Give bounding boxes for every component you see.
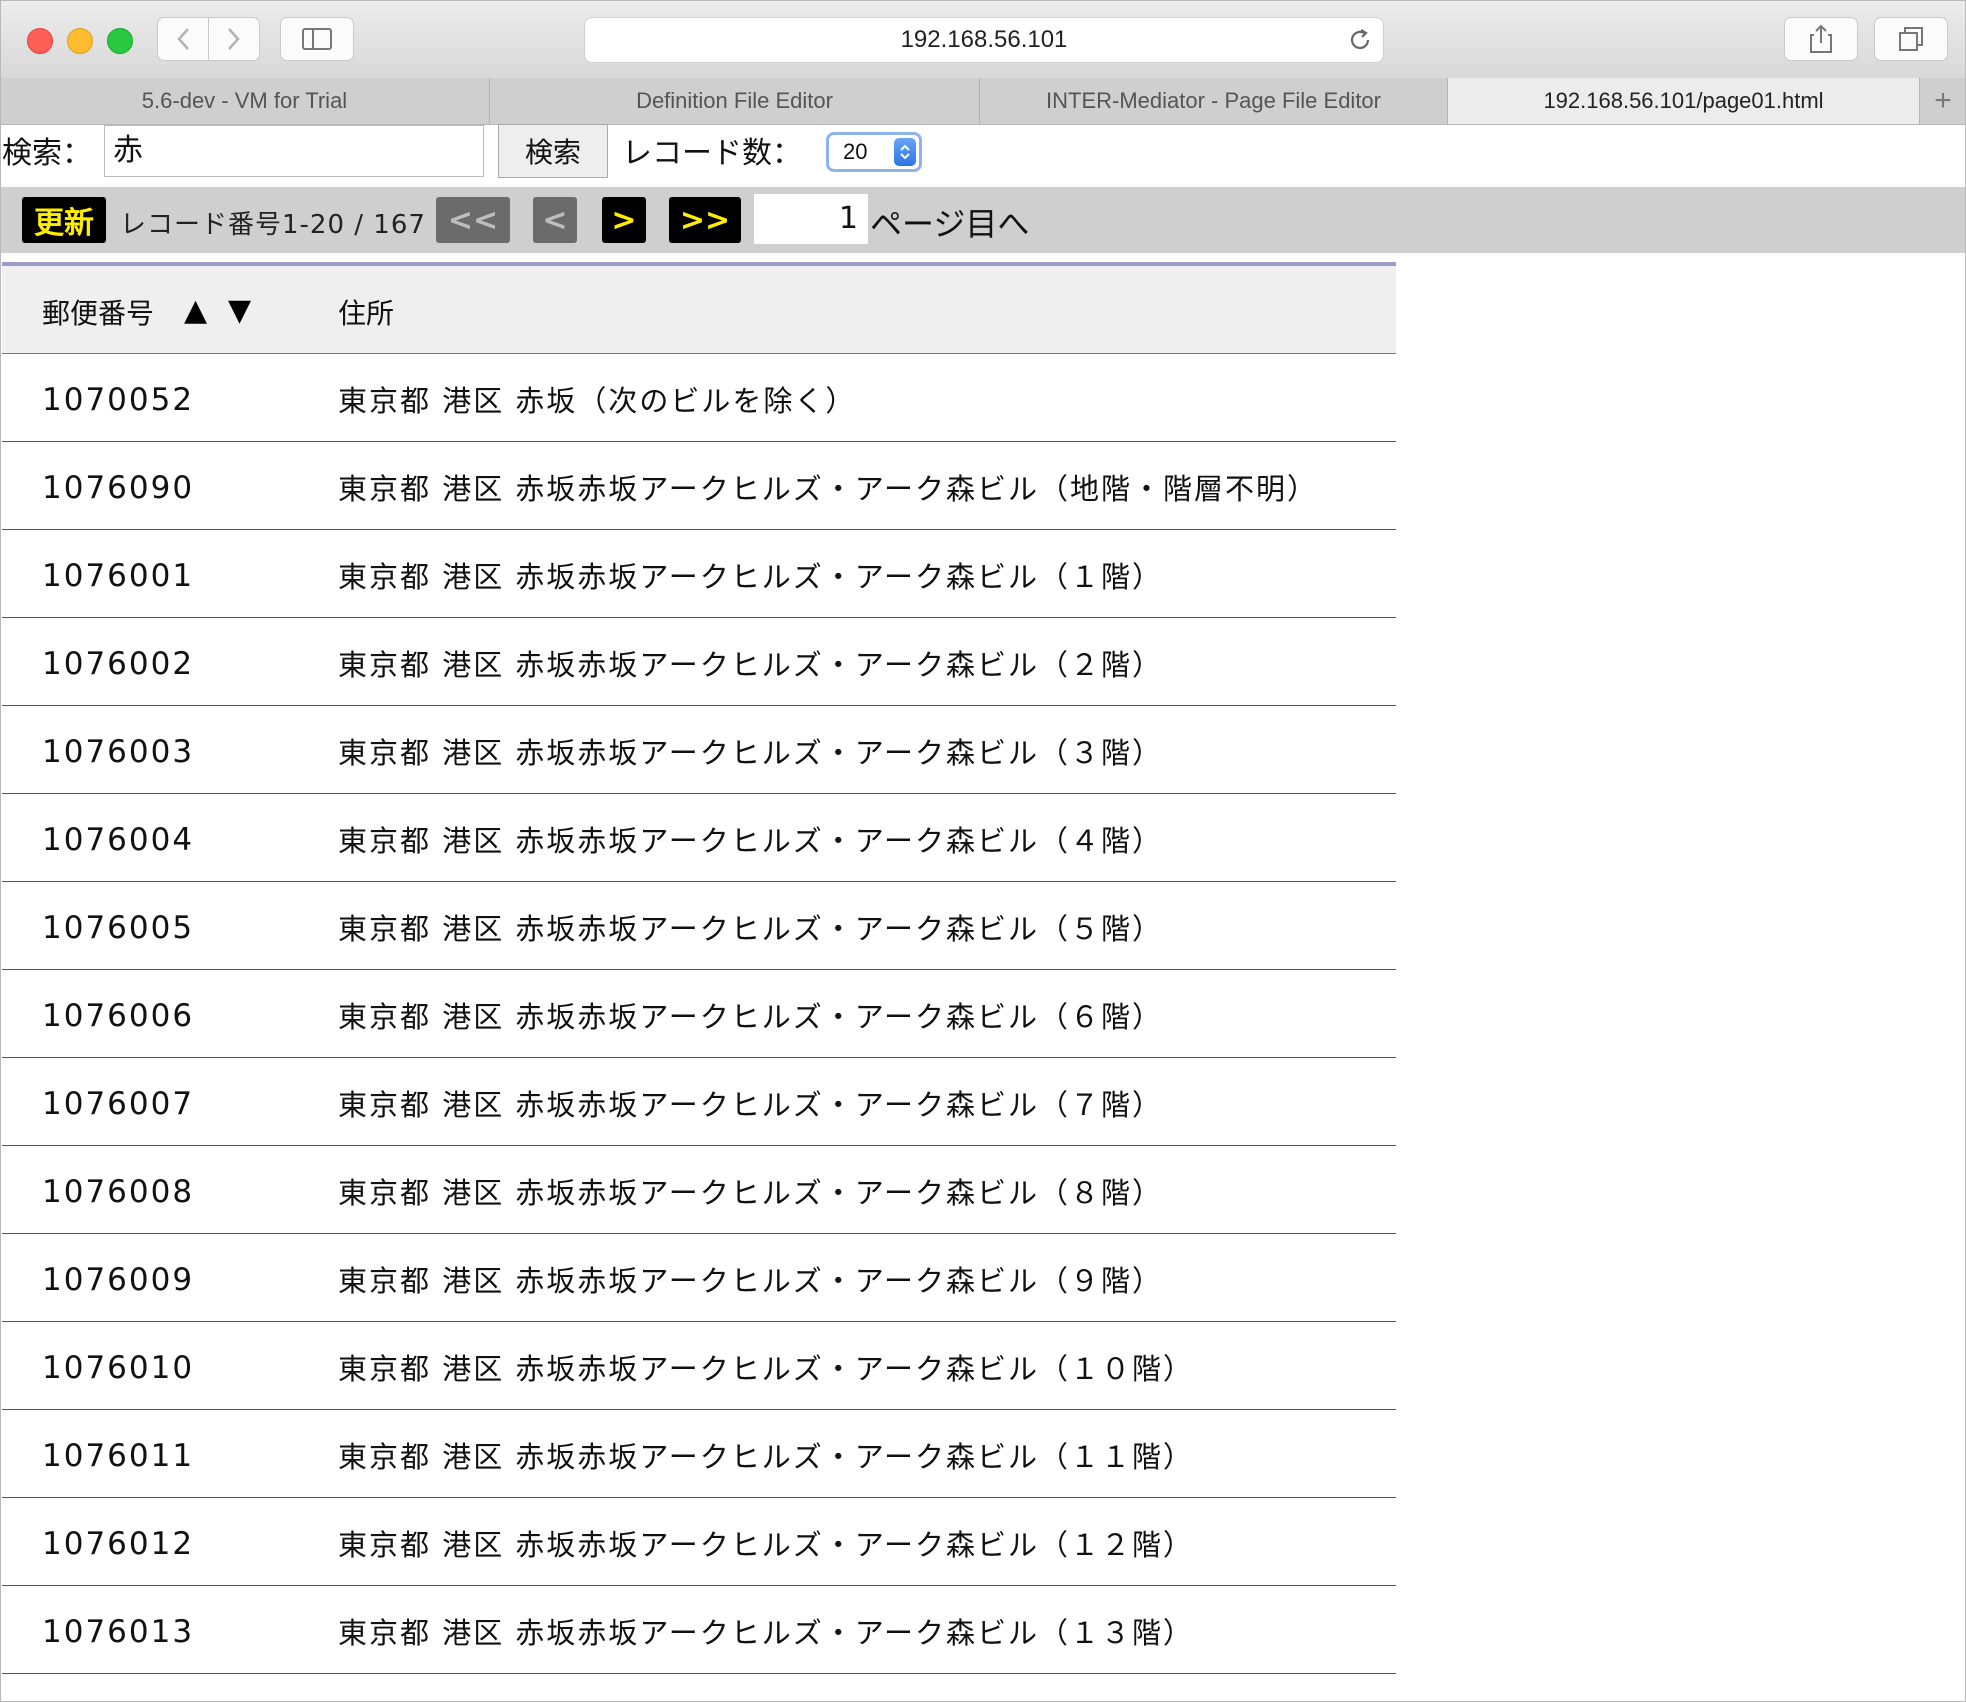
- address-cell: 東京都 港区 赤坂赤坂アークヒルズ・アーク森ビル（５階）: [338, 912, 1163, 946]
- record-count-value: 20: [843, 139, 868, 164]
- table-row: 1076090 東京都 港区 赤坂赤坂アークヒルズ・アーク森ビル（地階・階層不明）: [2, 442, 1396, 530]
- zip-cell: 1076009: [42, 1262, 195, 1298]
- tab-label: 5.6-dev - VM for Trial: [141, 88, 348, 113]
- address-cell: 東京都 港区 赤坂赤坂アークヒルズ・アーク森ビル（８階）: [338, 1176, 1163, 1210]
- address-table: 郵便番号 ▲ ▼ 住所 1070052 東京都 港区 赤坂（次のビルを除く） 107…: [2, 262, 1396, 1674]
- close-window-button[interactable]: [27, 28, 53, 54]
- record-range-info: レコード番号1-20 / 167: [120, 210, 426, 240]
- tabs-overview-icon: [1899, 27, 1923, 51]
- record-count-select[interactable]: 20: [826, 132, 922, 172]
- zip-cell: 1076013: [42, 1614, 195, 1650]
- record-count-label: レコード数：: [622, 136, 802, 171]
- tab-page-file-editor[interactable]: INTER-Mediator - Page File Editor: [980, 78, 1448, 124]
- zip-cell: 1076007: [42, 1086, 195, 1122]
- page-number-input[interactable]: 1: [754, 194, 868, 244]
- table-header: 郵便番号 ▲ ▼ 住所: [2, 262, 1396, 354]
- chevron-left-icon: [177, 28, 189, 50]
- share-icon: [1810, 24, 1832, 53]
- address-cell: 東京都 港区 赤坂赤坂アークヒルズ・アーク森ビル（１０階）: [338, 1352, 1194, 1386]
- table-row: 1076010 東京都 港区 赤坂赤坂アークヒルズ・アーク森ビル（１０階）: [2, 1322, 1396, 1410]
- address-column-header: 住所: [338, 297, 395, 330]
- refresh-button[interactable]: 更新: [22, 197, 106, 243]
- address-cell: 東京都 港区 赤坂赤坂アークヒルズ・アーク森ビル（９階）: [338, 1264, 1163, 1298]
- first-page-button[interactable]: <<: [436, 197, 510, 243]
- zip-cell: 1076011: [42, 1438, 195, 1474]
- plus-icon: +: [1934, 84, 1952, 117]
- show-tabs-button[interactable]: [1874, 17, 1948, 61]
- table-row: 1076002 東京都 港区 赤坂赤坂アークヒルズ・アーク森ビル（２階）: [2, 618, 1396, 706]
- address-text: 192.168.56.101: [900, 26, 1068, 53]
- address-cell: 東京都 港区 赤坂赤坂アークヒルズ・アーク森ビル（１階）: [338, 560, 1163, 594]
- table-row: 1076013 東京都 港区 赤坂赤坂アークヒルズ・アーク森ビル（１３階）: [2, 1586, 1396, 1674]
- tab-label: 192.168.56.101/page01.html: [1543, 88, 1824, 113]
- tab-label: INTER-Mediator - Page File Editor: [1046, 88, 1381, 113]
- zip-cell: 1070052: [42, 382, 195, 418]
- previous-page-button[interactable]: <: [533, 197, 577, 243]
- zip-cell: 1076003: [42, 734, 195, 770]
- browser-toolbar: 192.168.56.101: [0, 0, 1966, 79]
- sidebar-icon: [302, 28, 332, 50]
- zip-cell: 1076005: [42, 910, 195, 946]
- tab-definition-file-editor[interactable]: Definition File Editor: [490, 78, 980, 124]
- sort-ascending-icon[interactable]: ▲: [184, 296, 207, 326]
- address-cell: 東京都 港区 赤坂赤坂アークヒルズ・アーク森ビル（地階・階層不明）: [338, 472, 1318, 506]
- reload-icon[interactable]: [1347, 27, 1373, 60]
- tab-vm-trial[interactable]: 5.6-dev - VM for Trial: [0, 78, 490, 124]
- zip-cell: 1076090: [42, 470, 195, 506]
- select-stepper-icon: [894, 138, 916, 166]
- table-row: 1076007 東京都 港区 赤坂赤坂アークヒルズ・アーク森ビル（７階）: [2, 1058, 1396, 1146]
- search-button[interactable]: 検索: [498, 124, 608, 178]
- zip-cell: 1076010: [42, 1350, 195, 1386]
- table-row: 1076003 東京都 港区 赤坂赤坂アークヒルズ・アーク森ビル（３階）: [2, 706, 1396, 794]
- zip-cell: 1076004: [42, 822, 195, 858]
- chevron-right-icon: [228, 28, 240, 50]
- zip-cell: 1076002: [42, 646, 195, 682]
- table-row: 1076011 東京都 港区 赤坂赤坂アークヒルズ・アーク森ビル（１１階）: [2, 1410, 1396, 1498]
- zip-cell: 1076008: [42, 1174, 195, 1210]
- last-page-button[interactable]: >>: [669, 197, 741, 243]
- zip-cell: 1076001: [42, 558, 195, 594]
- address-cell: 東京都 港区 赤坂赤坂アークヒルズ・アーク森ビル（７階）: [338, 1088, 1163, 1122]
- zip-column-header: 郵便番号: [42, 297, 155, 330]
- address-cell: 東京都 港区 赤坂（次のビルを除く）: [338, 384, 857, 418]
- zip-cell: 1076006: [42, 998, 195, 1034]
- zoom-window-button[interactable]: [107, 28, 133, 54]
- minimize-window-button[interactable]: [67, 28, 93, 54]
- forward-button[interactable]: [208, 17, 260, 61]
- search-label: 検索：: [2, 136, 92, 171]
- table-row: 1076004 東京都 港区 赤坂赤坂アークヒルズ・アーク森ビル（４階）: [2, 794, 1396, 882]
- address-cell: 東京都 港区 赤坂赤坂アークヒルズ・アーク森ビル（１１階）: [338, 1440, 1194, 1474]
- tab-bar: 5.6-dev - VM for Trial Definition File E…: [0, 78, 1966, 125]
- sidebar-button[interactable]: [280, 17, 354, 61]
- tab-label: Definition File Editor: [636, 88, 833, 113]
- address-cell: 東京都 港区 赤坂赤坂アークヒルズ・アーク森ビル（４階）: [338, 824, 1163, 858]
- sort-descending-icon[interactable]: ▼: [228, 296, 251, 326]
- record-navigator: 更新 レコード番号1-20 / 167 << < > >> 1 ページ目へ: [0, 187, 1966, 253]
- tab-page01[interactable]: 192.168.56.101/page01.html: [1448, 78, 1920, 124]
- table-row: 1076008 東京都 港区 赤坂赤坂アークヒルズ・アーク森ビル（８階）: [2, 1146, 1396, 1234]
- table-row: 1070052 東京都 港区 赤坂（次のビルを除く）: [2, 354, 1396, 442]
- table-row: 1076005 東京都 港区 赤坂赤坂アークヒルズ・アーク森ビル（５階）: [2, 882, 1396, 970]
- address-cell: 東京都 港区 赤坂赤坂アークヒルズ・アーク森ビル（２階）: [338, 648, 1163, 682]
- address-cell: 東京都 港区 赤坂赤坂アークヒルズ・アーク森ビル（３階）: [338, 736, 1163, 770]
- next-page-button[interactable]: >: [602, 197, 646, 243]
- table-row: 1076012 東京都 港区 赤坂赤坂アークヒルズ・アーク森ビル（１２階）: [2, 1498, 1396, 1586]
- address-cell: 東京都 港区 赤坂赤坂アークヒルズ・アーク森ビル（１３階）: [338, 1616, 1194, 1650]
- back-button[interactable]: [157, 17, 209, 61]
- table-body: 1070052 東京都 港区 赤坂（次のビルを除く） 1076090 東京都 港区 赤…: [2, 354, 1396, 1674]
- zip-cell: 1076012: [42, 1526, 195, 1562]
- table-row: 1076009 東京都 港区 赤坂赤坂アークヒルズ・アーク森ビル（９階）: [2, 1234, 1396, 1322]
- table-row: 1076001 東京都 港区 赤坂赤坂アークヒルズ・アーク森ビル（１階）: [2, 530, 1396, 618]
- address-bar[interactable]: 192.168.56.101: [584, 17, 1384, 63]
- address-cell: 東京都 港区 赤坂赤坂アークヒルズ・アーク森ビル（６階）: [338, 1000, 1163, 1034]
- address-cell: 東京都 港区 赤坂赤坂アークヒルズ・アーク森ビル（１２階）: [338, 1528, 1194, 1562]
- share-button[interactable]: [1784, 17, 1858, 61]
- search-input[interactable]: 赤: [104, 125, 484, 177]
- page-jump-label: ページ目へ: [870, 205, 1030, 243]
- new-tab-button[interactable]: +: [1920, 78, 1966, 124]
- table-row: 1076006 東京都 港区 赤坂赤坂アークヒルズ・アーク森ビル（６階）: [2, 970, 1396, 1058]
